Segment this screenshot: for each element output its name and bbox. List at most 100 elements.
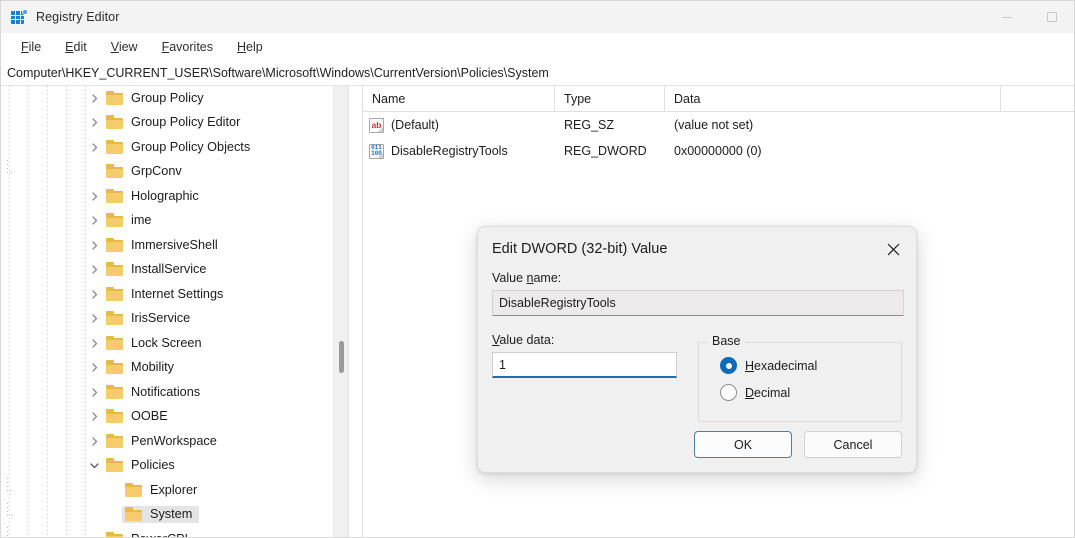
chevron-right-icon[interactable] <box>85 380 103 404</box>
window-title: Registry Editor <box>36 10 120 24</box>
radio-decimal-indicator[interactable] <box>720 384 737 401</box>
tree-item-content[interactable]: IrisService <box>103 310 197 327</box>
tree-item-powercpl[interactable]: PowerCPL <box>1 527 348 537</box>
tree-item-content[interactable]: Holographic <box>103 188 206 205</box>
tree-item-content[interactable]: PenWorkspace <box>103 433 224 450</box>
menu-item-edit[interactable]: Edit <box>53 37 99 57</box>
tree-item-label: PowerCPL <box>131 532 192 537</box>
chevron-right-icon[interactable] <box>85 405 103 429</box>
folder-icon <box>106 360 124 375</box>
close-icon[interactable] <box>871 227 916 271</box>
folder-icon <box>106 262 124 277</box>
tree-item-content[interactable]: InstallService <box>103 261 213 278</box>
chevron-right-icon[interactable] <box>85 111 103 135</box>
value-name-text: (Default) <box>391 118 439 132</box>
radio-decimal[interactable]: Decimal <box>720 384 901 401</box>
menu-item-file[interactable]: File <box>9 37 53 57</box>
registry-tree: Group Policy Group Policy Editor Group Pol… <box>1 86 348 537</box>
tree-item-group-policy-editor[interactable]: Group Policy Editor <box>1 111 348 136</box>
chevron-right-icon[interactable] <box>85 429 103 453</box>
tree-item-content[interactable]: ime <box>103 212 158 229</box>
pane-splitter[interactable] <box>348 86 363 537</box>
tree-item-oobe[interactable]: OOBE <box>1 405 348 430</box>
menu-item-help[interactable]: Help <box>225 37 275 57</box>
value-row[interactable]: 011 100 DisableRegistryTools REG_DWORD 0x000… <box>363 138 1074 164</box>
chevron-right-icon[interactable] <box>85 209 103 233</box>
tree-item-content[interactable]: OOBE <box>103 408 175 425</box>
tree-item-content[interactable]: Notifications <box>103 384 207 401</box>
tree-item-group-policy[interactable]: Group Policy <box>1 86 348 111</box>
chevron-right-icon[interactable] <box>85 307 103 331</box>
tree-item-label: Holographic <box>131 188 199 203</box>
menu-bar: File Edit View Favorites Help <box>1 33 1074 60</box>
tree-item-installservice[interactable]: InstallService <box>1 258 348 283</box>
maximize-button[interactable] <box>1029 1 1074 33</box>
value-name-label: Value name: <box>492 271 562 285</box>
tree-item-label: Policies <box>131 458 175 473</box>
tree-item-irisservice[interactable]: IrisService <box>1 307 348 332</box>
chevron-right-icon[interactable] <box>85 135 103 159</box>
menu-item-view[interactable]: View <box>99 37 150 57</box>
chevron-right-icon[interactable] <box>85 233 103 257</box>
minimize-button[interactable] <box>984 1 1029 33</box>
chevron-right-icon[interactable] <box>85 356 103 380</box>
tree-item-immersiveshell[interactable]: ImmersiveShell <box>1 233 348 258</box>
tree-item-lock-screen[interactable]: Lock Screen <box>1 331 348 356</box>
tree-item-content[interactable]: PowerCPL <box>103 531 199 537</box>
tree-item-content[interactable]: System <box>122 506 200 524</box>
tree-item-content[interactable]: Group Policy Editor <box>103 114 247 131</box>
radio-hexadecimal[interactable]: Hexadecimal <box>720 357 901 374</box>
tree-item-content[interactable]: Mobility <box>103 359 181 376</box>
menu-item-favorites[interactable]: Favorites <box>150 37 225 57</box>
tree-item-content[interactable]: Policies <box>103 457 182 474</box>
tree-item-content[interactable]: GrpConv <box>103 163 189 180</box>
tree-item-content[interactable]: Explorer <box>122 482 204 499</box>
dialog-title: Edit DWORD (32-bit) Value <box>492 241 668 257</box>
column-header-type[interactable]: Type <box>555 86 665 111</box>
chevron-right-icon[interactable] <box>85 282 103 306</box>
tree-item-system[interactable]: System <box>1 502 348 528</box>
dialog-buttons: OK Cancel <box>694 431 902 458</box>
tree-item-group-policy-objects[interactable]: Group Policy Objects <box>1 135 348 160</box>
tree-item-holographic[interactable]: Holographic <box>1 184 348 209</box>
value-name-field[interactable]: DisableRegistryTools <box>492 290 904 316</box>
tree-item-content[interactable]: Lock Screen <box>103 335 209 352</box>
address-bar[interactable]: Computer\HKEY_CURRENT_USER\Software\Micr… <box>1 60 1074 86</box>
ok-button[interactable]: OK <box>694 431 792 458</box>
tree-item-mobility[interactable]: Mobility <box>1 356 348 381</box>
value-row[interactable]: ab (Default) REG_SZ (value not set) <box>363 112 1074 138</box>
chevron-right-icon[interactable] <box>85 331 103 355</box>
registry-editor-window: Registry Editor File Edit View Favorites Hel… <box>0 0 1075 538</box>
tree-leaf-connector <box>7 159 103 184</box>
values-list: ab (Default) REG_SZ (value not set) 011 100 Di… <box>363 112 1074 164</box>
tree-item-content[interactable]: Internet Settings <box>103 286 230 303</box>
folder-icon <box>125 507 143 522</box>
tree-item-notifications[interactable]: Notifications <box>1 380 348 405</box>
tree-item-content[interactable]: Group Policy <box>103 90 211 107</box>
chevron-right-icon[interactable] <box>85 258 103 282</box>
chevron-right-icon[interactable] <box>85 184 103 208</box>
cancel-button[interactable]: Cancel <box>804 431 902 458</box>
radio-hexadecimal-indicator[interactable] <box>720 357 737 374</box>
chevron-down-icon[interactable] <box>85 454 103 478</box>
chevron-right-icon[interactable] <box>85 86 103 110</box>
tree-item-grpconv[interactable]: GrpConv <box>1 159 348 185</box>
tree-item-penworkspace[interactable]: PenWorkspace <box>1 429 348 454</box>
column-header-data[interactable]: Data <box>665 86 1001 111</box>
tree-item-policies[interactable]: Policies <box>1 454 348 479</box>
tree-item-label: Lock Screen <box>131 335 202 350</box>
column-header-name[interactable]: Name <box>363 86 555 111</box>
tree-scrollbar-thumb[interactable] <box>339 341 344 373</box>
tree-item-explorer[interactable]: Explorer <box>1 478 348 503</box>
tree-scrollbar[interactable] <box>333 86 348 537</box>
tree-item-content[interactable]: Group Policy Objects <box>103 139 257 156</box>
tree-item-internet-settings[interactable]: Internet Settings <box>1 282 348 307</box>
tree-item-label: Mobility <box>131 360 175 375</box>
value-data-input[interactable]: 1 <box>492 352 677 378</box>
base-group-label: Base <box>708 334 745 348</box>
tree-item-content[interactable]: ImmersiveShell <box>103 237 225 254</box>
dword-value-icon: 011 100 <box>369 143 384 159</box>
folder-icon <box>106 164 124 179</box>
tree-item-ime[interactable]: ime <box>1 209 348 234</box>
radio-decimal-label: Decimal <box>745 385 791 400</box>
